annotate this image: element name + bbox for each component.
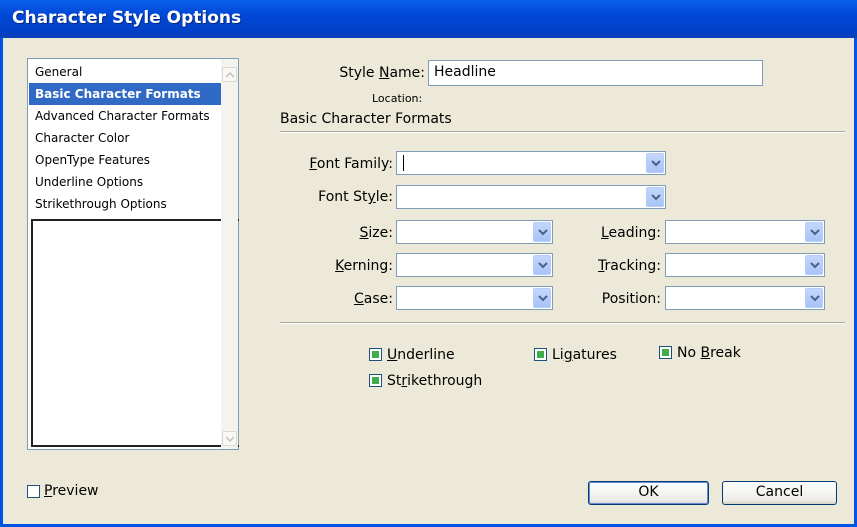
category-item-basic-character-formats[interactable]: Basic Character Formats xyxy=(29,83,222,105)
position-combobox[interactable] xyxy=(665,286,825,310)
preview-checkbox-box[interactable] xyxy=(27,485,40,498)
chevron-down-icon xyxy=(651,160,661,167)
underline-checkbox-box[interactable] xyxy=(369,348,382,361)
case-combobox[interactable] xyxy=(396,286,553,310)
tracking-combobox[interactable] xyxy=(665,253,825,277)
position-label: Position: xyxy=(601,291,661,307)
preview-checkbox-label: Preview xyxy=(44,483,99,499)
strikethrough-checkbox-box[interactable] xyxy=(369,374,382,387)
section-title: Basic Character Formats xyxy=(280,111,452,127)
style-name-label: Style Name: xyxy=(339,65,425,81)
chevron-down-icon xyxy=(538,295,548,302)
checkbox-check-mark xyxy=(372,351,379,358)
category-item-advanced-character-formats[interactable]: Advanced Character Formats xyxy=(29,105,222,127)
category-item-opentype-features[interactable]: OpenType Features xyxy=(29,149,222,171)
font-style-label: Font Style: xyxy=(318,189,393,205)
font-family-label: Font Family: xyxy=(309,156,393,172)
no-break-checkbox-box[interactable] xyxy=(659,346,672,359)
title-bar[interactable]: Character Style Options xyxy=(0,0,857,38)
fields-divider xyxy=(280,322,845,324)
size-label: Size: xyxy=(359,225,393,241)
location-label: Location: xyxy=(372,92,423,105)
checkbox-check-mark xyxy=(372,377,379,384)
underline-checkbox-label: Underline xyxy=(387,347,455,363)
kerning-combobox[interactable] xyxy=(396,253,553,277)
category-list-scrollbar[interactable] xyxy=(221,59,238,449)
ligatures-checkbox-label: Ligatures xyxy=(552,347,617,363)
leading-dropdown-button[interactable] xyxy=(805,222,823,242)
no-break-checkbox-label: No Break xyxy=(677,345,741,361)
chevron-down-icon xyxy=(810,295,820,302)
section-divider xyxy=(280,131,845,133)
category-list-empty-area xyxy=(31,219,239,447)
size-combobox[interactable] xyxy=(396,220,553,244)
category-item-general[interactable]: General xyxy=(29,61,222,83)
kerning-label: Kerning: xyxy=(335,258,393,274)
leading-label: Leading: xyxy=(600,225,661,241)
category-item-strikethrough-options[interactable]: Strikethrough Options xyxy=(29,193,222,215)
tracking-dropdown-button[interactable] xyxy=(805,255,823,275)
category-list: General Basic Character Formats Advanced… xyxy=(27,58,239,450)
chevron-down-icon xyxy=(810,229,820,236)
leading-combobox[interactable] xyxy=(665,220,825,244)
scroll-down-button[interactable] xyxy=(222,431,237,446)
chevron-down-icon xyxy=(538,262,548,269)
font-family-dropdown-button[interactable] xyxy=(646,153,664,173)
scroll-down-arrow-icon xyxy=(226,436,234,442)
scroll-up-arrow-icon xyxy=(226,72,234,78)
tracking-label: Tracking: xyxy=(597,258,661,274)
category-item-character-color[interactable]: Character Color xyxy=(29,127,222,149)
style-name-input[interactable]: Headline xyxy=(428,60,763,86)
checkbox-check-mark xyxy=(662,349,669,356)
chevron-down-icon xyxy=(810,262,820,269)
checkbox-check-mark xyxy=(537,351,544,358)
ok-button[interactable]: OK xyxy=(588,481,709,505)
cancel-button[interactable]: Cancel xyxy=(722,481,837,505)
kerning-dropdown-button[interactable] xyxy=(533,255,551,275)
text-cursor xyxy=(403,155,404,171)
category-item-underline-options[interactable]: Underline Options xyxy=(29,171,222,193)
window-title: Character Style Options xyxy=(12,8,242,28)
font-style-dropdown-button[interactable] xyxy=(646,187,664,207)
position-dropdown-button[interactable] xyxy=(805,288,823,308)
chevron-down-icon xyxy=(651,194,661,201)
case-label: Case: xyxy=(354,291,393,307)
font-family-combobox[interactable] xyxy=(396,151,666,175)
size-dropdown-button[interactable] xyxy=(533,222,551,242)
ligatures-checkbox-box[interactable] xyxy=(534,348,547,361)
font-style-combobox[interactable] xyxy=(396,185,666,209)
scroll-up-button[interactable] xyxy=(222,67,237,82)
style-name-value: Headline xyxy=(434,64,496,80)
chevron-down-icon xyxy=(538,229,548,236)
strikethrough-checkbox-label: Strikethrough xyxy=(387,373,483,389)
character-style-options-dialog: Character Style Options General Basic Ch… xyxy=(0,0,857,527)
case-dropdown-button[interactable] xyxy=(533,288,551,308)
